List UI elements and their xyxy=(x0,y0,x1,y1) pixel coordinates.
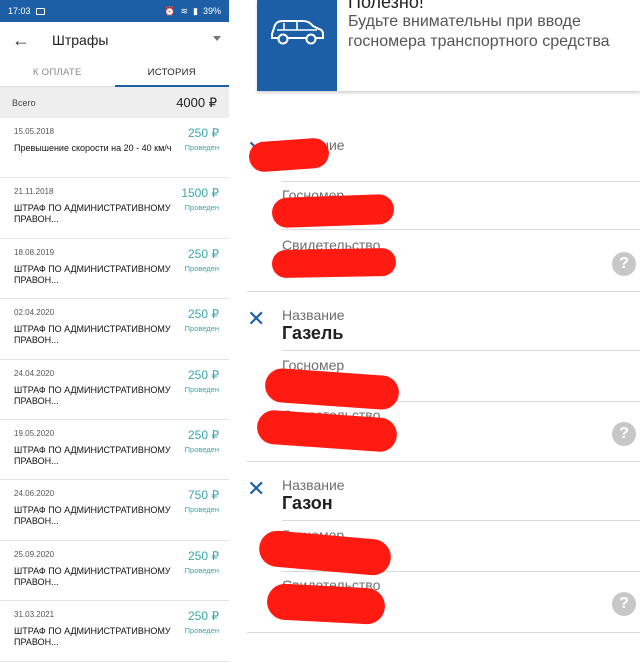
divider xyxy=(282,229,640,230)
fine-status: Проведен xyxy=(184,565,219,575)
signal-icon: ▮ xyxy=(193,5,198,16)
fine-amount: 250 ₽ xyxy=(188,367,219,382)
redaction-mark xyxy=(248,137,330,173)
vehicles-screen: Полезно! Будьте внимательны при вводе го… xyxy=(247,0,640,663)
fine-amount: 250 ₽ xyxy=(188,126,219,140)
redaction-mark xyxy=(271,193,395,229)
fine-description: ШТРАФ ПО АДМИНИСТРАТИВНОМУ ПРАВОН... xyxy=(14,444,171,466)
divider xyxy=(282,350,640,351)
fine-amount: 250 ₽ xyxy=(188,548,219,563)
divider xyxy=(282,520,640,521)
divider xyxy=(282,181,640,182)
fine-row[interactable]: 31.03.2021 ШТРАФ ПО АДМИНИСТРАТИВНОМУ ПРА… xyxy=(0,601,229,662)
remove-vehicle-button[interactable]: ✕ xyxy=(247,476,265,502)
fine-row[interactable]: 02.04.2020 ШТРАФ ПО АДМИНИСТРАТИВНОМУ ПРА… xyxy=(0,299,229,360)
fine-status: Проведен xyxy=(184,263,219,273)
fine-row[interactable]: 24.06.2020 ШТРАФ ПО АДМИНИСТРАТИВНОМУ ПРА… xyxy=(0,480,229,541)
status-time: 17:03 xyxy=(8,6,31,16)
divider xyxy=(247,632,640,633)
car-icon xyxy=(257,0,337,91)
fine-description: ШТРАФ ПО АДМИНИСТРАТИВНОМУ ПРАВОН... xyxy=(14,384,171,406)
divider xyxy=(247,291,640,292)
vehicle-name-value[interactable]: Газель xyxy=(282,323,343,344)
fine-status: Проведен xyxy=(184,384,219,394)
gallery-icon xyxy=(35,7,45,15)
fine-description: ШТРАФ ПО АДМИНИСТРАТИВНОМУ ПРАВОН... xyxy=(14,565,171,587)
help-icon[interactable]: ? xyxy=(612,422,636,446)
redaction-mark xyxy=(257,529,393,577)
fine-row[interactable]: 19.05.2020 ШТРАФ ПО АДМИНИСТРАТИВНОМУ ПРА… xyxy=(0,420,229,481)
fine-amount: 250 ₽ xyxy=(188,427,219,442)
battery-percent: 39% xyxy=(202,6,221,16)
fine-row[interactable]: 18.08.2019 ШТРАФ ПО АДМИНИСТРАТИВНОМУ ПРА… xyxy=(0,239,229,300)
fine-description: ШТРАФ ПО АДМИНИСТРАТИВНОМУ ПРАВОН... xyxy=(14,203,171,225)
fines-list: 15.05.2018 Превышение скорости на 20 - 40… xyxy=(0,118,229,662)
fine-status: Проведен xyxy=(184,143,219,152)
tab-to-pay[interactable]: К ОПЛАТЕ xyxy=(0,58,115,86)
fine-status: Проведен xyxy=(184,203,219,213)
help-icon[interactable]: ? xyxy=(612,252,636,276)
app-bar: ← Штрафы xyxy=(0,22,229,58)
back-arrow-icon[interactable]: ← xyxy=(12,30,32,51)
fine-description: ШТРАФ ПО АДМИНИСТРАТИВНОМУ ПРАВОН... xyxy=(14,626,171,648)
wifi-icon: ≋ xyxy=(180,5,189,16)
help-icon[interactable]: ? xyxy=(612,592,636,616)
divider xyxy=(247,461,640,462)
fines-screen: 17:03 ⏰ ≋ ▮ 39% ← Штрафы К ОПЛАТЕ ИСТОРИ… xyxy=(0,0,229,663)
redaction-mark xyxy=(263,367,401,411)
fine-description: ШТРАФ ПО АДМИНИСТРАТИВНОМУ ПРАВОН... xyxy=(14,263,171,285)
remove-vehicle-button[interactable]: ✕ xyxy=(247,306,265,332)
fine-row[interactable]: 15.05.2018 Превышение скорости на 20 - 40… xyxy=(0,118,229,179)
tip-text: Будьте внимательны при вводе госномера т… xyxy=(348,13,610,50)
fine-amount: 250 ₽ xyxy=(188,307,219,322)
fine-row[interactable]: 25.09.2020 ШТРАФ ПО АДМИНИСТРАТИВНОМУ ПРА… xyxy=(0,541,229,602)
status-bar: 17:03 ⏰ ≋ ▮ 39% xyxy=(0,0,229,22)
alarm-icon: ⏰ xyxy=(164,5,176,16)
fine-row[interactable]: 24.04.2020 ШТРАФ ПО АДМИНИСТРАТИВНОМУ ПРА… xyxy=(0,360,229,420)
vehicle-name-label: Название xyxy=(282,307,345,323)
fine-status: Проведен xyxy=(184,505,219,515)
fine-status: Проведен xyxy=(184,324,219,334)
tip-card: Полезно! Будьте внимательны при вводе го… xyxy=(257,0,640,91)
fine-status: Проведен xyxy=(184,444,219,454)
fine-amount: 750 ₽ xyxy=(188,488,219,503)
fine-description: Превышение скорости на 20 - 40 км/ч xyxy=(14,143,172,153)
fine-amount: 1500 ₽ xyxy=(181,186,219,201)
tab-bar: К ОПЛАТЕ ИСТОРИЯ xyxy=(0,58,229,87)
fine-amount: 250 ₽ xyxy=(188,246,219,261)
page-title: Штрафы xyxy=(52,32,109,48)
redaction-mark xyxy=(266,582,386,626)
tab-history[interactable]: ИСТОРИЯ xyxy=(114,58,230,87)
fine-description: ШТРАФ ПО АДМИНИСТРАТИВНОМУ ПРАВОН... xyxy=(14,505,171,527)
fine-row[interactable]: 21.11.2018 ШТРАФ ПО АДМИНИСТРАТИВНОМУ ПРА… xyxy=(0,178,229,239)
fine-status: Проведен xyxy=(184,626,219,636)
dropdown-icon[interactable] xyxy=(213,36,221,41)
vehicle-name-value[interactable]: Газон xyxy=(282,493,333,514)
vehicle-name-label: Название xyxy=(282,477,345,493)
panel-divider xyxy=(229,0,247,663)
total-label: Всего xyxy=(12,97,36,108)
fine-description: ШТРАФ ПО АДМИНИСТРАТИВНОМУ ПРАВОН... xyxy=(14,324,171,346)
redaction-mark xyxy=(271,247,397,279)
total-value: 4000 ₽ xyxy=(176,94,217,110)
fine-amount: 250 ₽ xyxy=(188,609,219,624)
total-row: Всего 4000 ₽ xyxy=(0,87,229,118)
